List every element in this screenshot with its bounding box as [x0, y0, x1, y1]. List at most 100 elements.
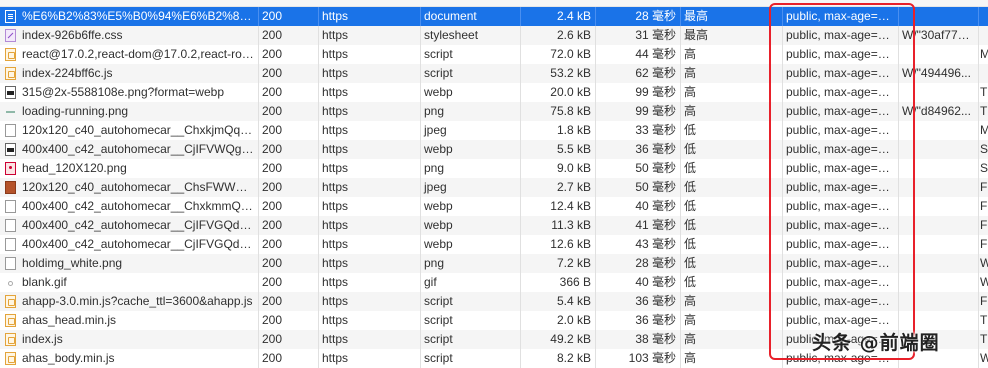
load-time-cell: 62 毫秒 [635, 66, 676, 80]
last-modified-cell: Fr [980, 218, 988, 232]
cache-control-cell: public, max-age=31... [786, 199, 896, 213]
status-code-cell: 200 [262, 237, 283, 251]
etag-cell [898, 121, 976, 140]
etag-cell [898, 83, 976, 102]
priority-cell: 高 [684, 104, 697, 118]
priority-cell: 高 [684, 85, 697, 99]
resource-type-cell: jpeg [424, 123, 447, 137]
table-row[interactable]: 315@2x-5588108e.png?format=webp 200 https w… [0, 83, 988, 102]
resource-type-cell: jpeg [424, 180, 447, 194]
transfer-size-cell: 8.2 kB [556, 351, 591, 365]
request-name-cell: 120x120_c40_autohomecar__ChxkjmQq1NS... [22, 123, 258, 137]
priority-cell: 低 [684, 180, 697, 194]
request-name-cell: 400x400_c42_autohomecar__CjIFVWQgxx2A... [22, 142, 258, 156]
table-row-partial [0, 0, 988, 7]
load-time-cell: 43 毫秒 [635, 237, 676, 251]
table-row[interactable]: ahapp-3.0.min.js?cache_ttl=3600&ahapp.js… [0, 292, 988, 311]
protocol-cell: https [322, 85, 349, 99]
table-row[interactable]: loading-running.png 200 https png 75.8 kB 99 … [0, 102, 988, 121]
status-code-cell: 200 [262, 28, 283, 42]
protocol-cell: https [322, 351, 349, 365]
status-code-cell: 200 [262, 218, 283, 232]
request-name-cell: 315@2x-5588108e.png?format=webp [22, 85, 224, 99]
request-name-cell: holdimg_white.png [22, 256, 123, 270]
status-code-cell: 200 [262, 199, 283, 213]
last-modified-cell: W [978, 254, 988, 273]
table-row[interactable]: 400x400_c42_autohomecar__ChxkmmQdelm... 2… [0, 197, 988, 216]
resource-type-cell: gif [424, 275, 437, 289]
table-row[interactable]: holdimg_white.png 200 https png 7.2 kB 28 毫秒低… [0, 254, 988, 273]
status-code-cell: 200 [262, 275, 283, 289]
priority-cell: 低 [684, 237, 697, 251]
transfer-size-cell: 7.2 kB [556, 256, 591, 270]
cache-control-cell: public, max-age=31... [786, 66, 896, 80]
transfer-size-cell: 2.4 kB [556, 9, 591, 23]
request-name-cell: index.js [22, 332, 63, 346]
table-row[interactable]: %E6%B2%83%E5%B0%94%E6%B2%83X... 200 https d… [0, 7, 988, 26]
priority-cell: 低 [684, 256, 697, 270]
transfer-size-cell: 12.4 kB [550, 199, 591, 213]
request-name-cell: loading-running.png [22, 104, 129, 118]
table-row[interactable]: react@17.0.2,react-dom@17.0.2,react-rout… [0, 45, 988, 64]
last-modified-cell: Fr [980, 294, 988, 308]
priority-cell: 低 [684, 275, 697, 289]
cache-control-cell: public, max-age=31... [786, 275, 896, 289]
request-name-cell: head_120X120.png [22, 161, 127, 175]
protocol-cell: https [322, 66, 349, 80]
load-time-cell: 50 毫秒 [635, 180, 676, 194]
load-time-cell: 28 毫秒 [635, 256, 676, 270]
request-name-cell: ahas_body.min.js [22, 351, 115, 365]
transfer-size-cell: 366 B [559, 275, 591, 289]
priority-cell: 低 [684, 199, 697, 213]
priority-cell: 高 [684, 332, 697, 346]
resource-type-cell: document [424, 9, 477, 23]
request-name-cell: react@17.0.2,react-dom@17.0.2,react-rout… [22, 47, 258, 61]
last-modified-cell: W [978, 273, 988, 292]
cache-control-cell: public, max-age=31... [786, 47, 896, 61]
status-code-cell: 200 [262, 294, 283, 308]
status-code-cell: 200 [262, 104, 283, 118]
status-code-cell: 200 [262, 47, 283, 61]
status-code-cell: 200 [262, 66, 283, 80]
protocol-cell: https [322, 199, 349, 213]
resource-type-cell: script [424, 294, 453, 308]
transfer-size-cell: 1.8 kB [556, 123, 591, 137]
load-time-cell: 44 毫秒 [635, 47, 676, 61]
status-code-cell: 200 [262, 332, 283, 346]
resource-type-cell: script [424, 47, 453, 61]
resource-type-cell: png [424, 104, 445, 118]
request-name-cell: 120x120_c40_autohomecar__ChsFWWLaGW... [22, 180, 258, 194]
protocol-cell: https [322, 161, 349, 175]
cache-control-cell: public, max-age=31... [786, 218, 896, 232]
table-row[interactable]: index-224bff6c.js 200 https script 53.2 kB 62… [0, 64, 988, 83]
transfer-size-cell: 2.7 kB [556, 180, 591, 194]
resource-type-cell: webp [424, 237, 453, 251]
table-row[interactable]: 400x400_c42_autohomecar__CjIFVGQdelqA...… [0, 216, 988, 235]
request-name-cell: %E6%B2%83%E5%B0%94%E6%B2%83X... [22, 9, 258, 23]
resource-type-cell: png [424, 161, 445, 175]
priority-cell: 高 [684, 313, 697, 327]
load-time-cell: 31 毫秒 [635, 28, 676, 42]
priority-cell: 低 [684, 123, 697, 137]
last-modified-cell [978, 64, 988, 83]
table-row[interactable]: 120x120_c40_autohomecar__ChxkjmQq1NS... 2… [0, 121, 988, 140]
transfer-size-cell: 53.2 kB [550, 66, 591, 80]
status-code-cell: 200 [262, 142, 283, 156]
request-name-cell: 400x400_c42_autohomecar__ChxkmmQdelm... [22, 199, 258, 213]
table-row[interactable]: head_120X120.png 200 https png 9.0 kB 50 毫秒低 p… [0, 159, 988, 178]
table-row[interactable]: 400x400_c42_autohomecar__CjIFVGQdelqA...… [0, 235, 988, 254]
priority-cell: 最高 [684, 28, 709, 42]
load-time-cell: 36 毫秒 [635, 142, 676, 156]
transfer-size-cell: 49.2 kB [550, 332, 591, 346]
priority-cell: 高 [684, 66, 697, 80]
table-row[interactable]: 400x400_c42_autohomecar__CjIFVWQgxx2A...… [0, 140, 988, 159]
etag-cell [898, 216, 976, 235]
load-time-cell: 40 毫秒 [635, 199, 676, 213]
request-name-cell: 400x400_c42_autohomecar__CjIFVGQdelqA... [22, 237, 258, 251]
request-name-cell: ahas_head.min.js [22, 313, 117, 327]
table-row[interactable]: index-926b6ffe.css 200 https stylesheet 2.6 … [0, 26, 988, 45]
cache-control-cell: public, max-age=31... [786, 237, 896, 251]
table-row[interactable]: blank.gif 200 https gif 366 B 40 毫秒低 public, m… [0, 273, 988, 292]
last-modified-cell: Mo [978, 45, 988, 64]
table-row[interactable]: 120x120_c40_autohomecar__ChsFWWLaGW... 20… [0, 178, 988, 197]
